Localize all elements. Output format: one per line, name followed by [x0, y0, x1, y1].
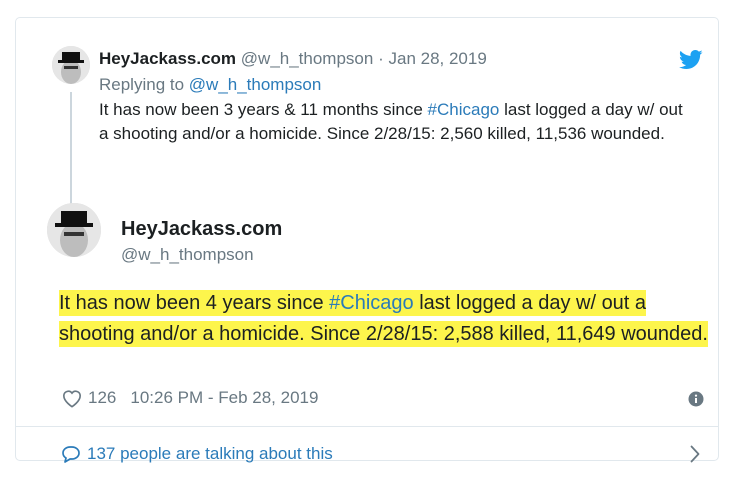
replying-handle-link[interactable]: @w_h_thompson — [189, 75, 322, 94]
like-count[interactable]: 126 — [88, 388, 116, 408]
parent-author-handle[interactable]: @w_h_thompson — [241, 49, 374, 68]
parent-header: HeyJackass.com @w_h_thompson · Jan 28, 2… — [99, 48, 689, 70]
tweet-timestamp[interactable]: 10:26 PM - Feb 28, 2019 — [130, 388, 318, 408]
parent-text-before: It has now been 3 years & 11 months sinc… — [99, 100, 428, 119]
main-author-name[interactable]: HeyJackass.com — [121, 218, 282, 241]
parent-tweet-text: It has now been 3 years & 11 months sinc… — [99, 98, 689, 146]
main-avatar[interactable] — [47, 203, 101, 257]
main-hashtag-link[interactable]: #Chicago — [329, 290, 414, 316]
heart-icon[interactable] — [61, 388, 83, 408]
talking-about-label: 137 people are talking about this — [87, 444, 333, 463]
parent-hashtag-link[interactable]: #Chicago — [428, 100, 500, 119]
twitter-bird-icon[interactable] — [678, 50, 703, 75]
main-author-handle[interactable]: @w_h_thompson — [121, 245, 254, 265]
parent-tweet[interactable]: HeyJackass.com @w_h_thompson · Jan 28, 2… — [99, 48, 689, 146]
talking-about-link[interactable]: 137 people are talking about this — [61, 444, 333, 464]
tweet-embed-card: HeyJackass.com @w_h_thompson · Jan 28, 2… — [15, 17, 719, 464]
info-icon[interactable] — [688, 391, 704, 412]
thread-line — [70, 92, 72, 210]
comment-bubble-icon — [61, 445, 81, 463]
parent-author-name[interactable]: HeyJackass.com — [99, 49, 236, 68]
parent-date[interactable]: Jan 28, 2019 — [388, 49, 486, 68]
tweet-meta: 126 10:26 PM - Feb 28, 2019 — [61, 388, 318, 408]
replying-to: Replying to @w_h_thompson — [99, 74, 689, 96]
main-text-before: It has now been 4 years since — [59, 290, 330, 316]
parent-separator: · — [378, 49, 384, 68]
footer-divider — [16, 426, 718, 427]
chevron-right-icon[interactable] — [690, 445, 700, 468]
main-tweet-text: It has now been 4 years since #Chicago l… — [59, 288, 719, 350]
replying-prefix: Replying to — [99, 75, 189, 94]
parent-avatar[interactable] — [52, 46, 90, 84]
